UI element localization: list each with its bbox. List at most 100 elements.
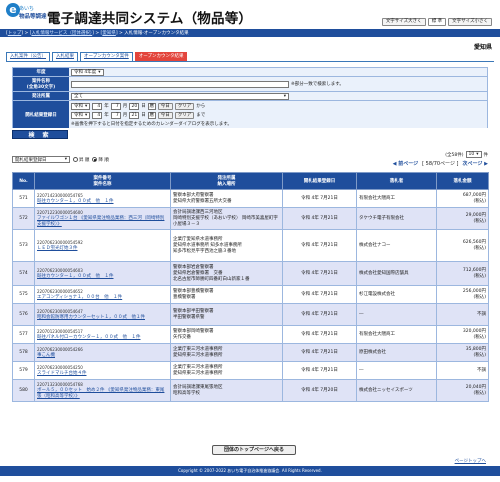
case-name-label-sub: (全角30文字) — [26, 85, 56, 90]
row-no: 577 — [12, 325, 35, 344]
date-to-clear-button[interactable]: クリア — [174, 111, 195, 119]
back-to-org-top-button[interactable]: 団体のトップページへ戻る — [212, 445, 296, 455]
row-amount: 20,040円 (税込) — [436, 379, 489, 402]
row-case: 220706230000054652 エアコンディショナ１，００台 他 １件 — [34, 285, 171, 304]
case-name-link[interactable]: 事こん機 — [37, 353, 168, 359]
case-name-link[interactable]: ＬＥＤ蛍光灯始３件 — [37, 246, 168, 252]
row-winner: ― — [356, 303, 437, 326]
breadcrumb-pref[interactable]: 愛知県 — [102, 31, 116, 36]
year-select[interactable]: 令和 4年度 ▾ — [71, 68, 104, 76]
font-larger-button[interactable]: 文字サイズ大きく — [381, 18, 426, 26]
list-controls: 開札結果登録日 ▾ 昇 順 降 順 (全58件) 10 ▾ 件 ◀ 前ページ [ 5… — [12, 151, 489, 167]
date-from-day[interactable]: 20 — [129, 102, 140, 110]
row-no: 572 — [12, 207, 35, 230]
row-date: 令和 4年 7月21日 — [282, 189, 357, 208]
row-winner: 有限会社大隈商工 — [356, 325, 437, 344]
font-standard-button[interactable]: 標 準 — [427, 18, 447, 26]
search-button[interactable]: 検 索 — [12, 130, 68, 139]
prev-page-link[interactable]: ◀ 前ページ — [393, 160, 419, 167]
case-name-link[interactable]: 既往カウンター１，００式 他 １件 — [37, 274, 168, 280]
row-date: 令和 4年 7月21日 — [282, 285, 357, 304]
sort-desc-radio[interactable]: 降 順 — [92, 157, 109, 163]
font-smaller-button[interactable]: 文字サイズ小さく — [448, 18, 492, 26]
page-top-link[interactable]: ページトップへ — [455, 458, 486, 464]
table-row: 574 220706230000054603 既往カウンター１，００式 他 １件 警察… — [12, 261, 489, 286]
row-date: 令和 4年 7月21日 — [282, 207, 357, 230]
breadcrumb-current: 入札情報-オープンカウンタ結果 — [124, 31, 189, 36]
date-to-day[interactable]: 21 — [129, 111, 140, 119]
row-no: 575 — [12, 285, 35, 304]
date-to-era[interactable]: 令和 ▾ — [71, 111, 91, 119]
date-from-era-value: 令和 — [74, 104, 83, 109]
case-name-note: ※部分一致で検索します。 — [291, 82, 344, 87]
case-name-link[interactable]: エアコンディショナ１，００台 他 １件 — [37, 295, 168, 301]
chevron-down-icon: ▾ — [64, 157, 67, 162]
breadcrumb-top[interactable]: トップ — [8, 31, 22, 36]
date-from-today-button[interactable]: 今日 — [157, 102, 173, 110]
row-winner: 株式会社愛知国際店舗具 — [356, 261, 437, 286]
row-org: 会計局調達課西三河地区 岡崎特別支援学校（あおい学校） 岡崎市美喜屋町字小屋場３… — [170, 207, 283, 230]
date-from-month[interactable]: 7 — [110, 102, 121, 110]
sort-asc-radio[interactable]: 昇 順 — [73, 157, 89, 163]
date-to-month[interactable]: 7 — [110, 111, 121, 119]
amount-value: 不調 — [477, 311, 486, 317]
date-from-clear-button[interactable]: クリア — [174, 102, 195, 110]
logo[interactable]: e あいち 物品等調達 — [6, 3, 47, 25]
calendar-note: ※画像を押下すると日付を指定するためのカレンダーダイアログを表示します。 — [71, 121, 232, 127]
case-name-link[interactable]: 既往パネル付ローカウンター１，００式 他 １件 — [37, 335, 168, 341]
next-page-link[interactable]: 次ページ ▶ — [463, 160, 489, 167]
per-page-unit: 件 — [483, 152, 489, 158]
date-from-era[interactable]: 令和 ▾ — [71, 102, 91, 110]
case-name-label: 案件名称 (全角30文字) — [13, 77, 69, 91]
case-name-input[interactable] — [71, 80, 289, 88]
table-row: 572 220712230000054600 ファイルワゴン１台 《愛知県発注物品業… — [12, 207, 489, 230]
row-amount: 320,000円 (税込) — [436, 325, 489, 344]
row-case: 220706230000054250 スライドマルチ台始４件 — [34, 361, 171, 380]
page-indicator: [ 58/70ページ ] — [422, 161, 459, 167]
amount-value: 不調 — [477, 367, 486, 373]
row-date: 令和 4年 7月21日 — [282, 229, 357, 262]
org-select-value: 全て — [74, 94, 83, 99]
col-case: 案件番号 案件名称 — [34, 172, 171, 190]
case-name-link[interactable]: 既往カウンター１，００式 他 １件 — [37, 199, 168, 205]
region-label: 愛知県 — [473, 44, 492, 51]
date-to-year[interactable]: 4 — [92, 111, 103, 119]
row-no: 574 — [12, 261, 35, 286]
amount-note: (税込) — [473, 294, 486, 300]
logo-text-aichi: あいち — [19, 6, 35, 12]
tab-open-counter-cases[interactable]: オープンカウンタ案件 — [80, 52, 133, 61]
tab-bar: 入札案件（公告） 入札結果 オープンカウンタ案件 オープンカウンタ結果 — [6, 52, 188, 61]
calendar-icon[interactable]: 暦 — [147, 111, 156, 119]
org-select[interactable]: 全て ▾ — [71, 92, 289, 100]
date-to-today-button[interactable]: 今日 — [157, 111, 173, 119]
case-name-link[interactable]: ファイルワゴン１台 《愛知県発注物品業務：西三河（岡崎特別支援学校）》 — [37, 216, 168, 228]
col-amount: 落札金額 — [436, 172, 489, 190]
sort-desc-label: 降 順 — [98, 157, 109, 163]
tab-bid-results[interactable]: 入札結果 — [52, 52, 78, 61]
row-org: 警察本部岩倉警察署 愛知県岩倉警察署 交番 北名古屋市師勝町四番町白山新家１番 — [170, 261, 283, 286]
row-winner: タケウチ電子有限会社 — [356, 207, 437, 230]
calendar-icon[interactable]: 暦 — [147, 102, 156, 110]
tab-bid-cases[interactable]: 入札案件（公告） — [6, 52, 50, 61]
tab-open-counter-results[interactable]: オープンカウンタ結果 — [134, 52, 188, 61]
col-no: No. — [12, 172, 35, 190]
date-from-year[interactable]: 4 — [92, 102, 103, 110]
per-page-select[interactable]: 10 ▾ — [465, 151, 482, 158]
row-case: 220706230000054647 昭和会館防寒用カウンターセット１，００式 他… — [34, 303, 171, 326]
row-date: 令和 4年 7月21日 — [282, 261, 357, 286]
sort-select[interactable]: 開札結果登録日 ▾ — [12, 156, 70, 163]
row-case: 220706230000054592 ＬＥＤ蛍光灯始３件 — [34, 229, 171, 262]
row-no: 579 — [12, 361, 35, 380]
row-winner: 有限会社大隈商工 — [356, 189, 437, 208]
row-no: 580 — [12, 379, 35, 402]
amount-note: (税込) — [473, 198, 486, 204]
case-name-link[interactable]: ボール５，００セット 始め２件 《愛知県発注物品業務：東尾張（昭和高等学校）》 — [37, 388, 168, 400]
case-name-link[interactable]: 昭和会館防寒用カウンターセット１，００式 他１件 — [37, 315, 168, 321]
per-page-value: 10 — [468, 152, 475, 157]
search-form: 年度 令和 4年度 ▾ 案件名称 (全角30文字) ※部分一致で検索します。 発注所… — [12, 67, 488, 139]
breadcrumb-service[interactable]: 入札情報サービス（団体選択） — [31, 31, 92, 36]
unit-year: 年 — [104, 113, 109, 118]
date-to-era-value: 令和 — [74, 113, 83, 118]
date-to-row: 令和 ▾ 4年 7月 21 日 暦 今日 クリア まで — [71, 111, 205, 119]
case-name-link[interactable]: スライドマルチ台始４件 — [37, 371, 168, 377]
